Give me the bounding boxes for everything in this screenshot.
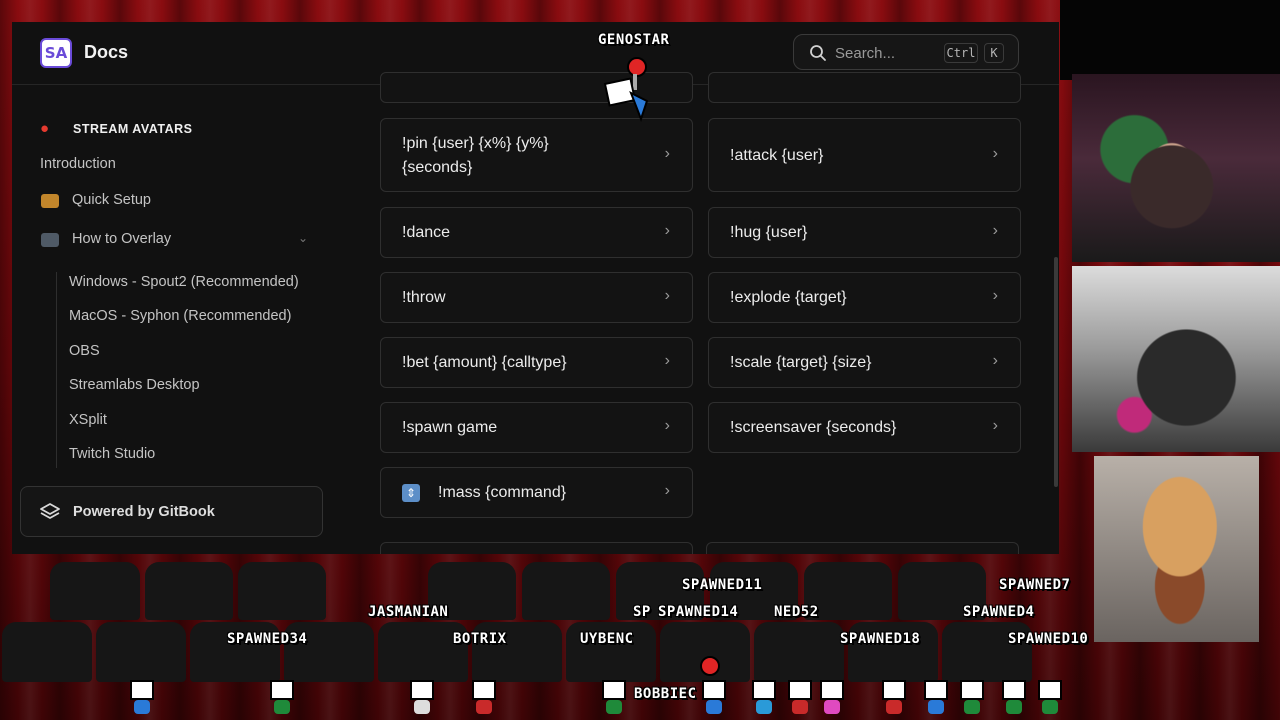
avatar-name-spawned34: SPAWNED34	[227, 631, 308, 647]
avatar-sprite	[1036, 680, 1064, 714]
command-card-partial[interactable]	[708, 72, 1021, 103]
avatar-name-spawned4: SPAWNED4	[963, 604, 1035, 620]
webcam-middle	[1072, 266, 1280, 452]
search-box[interactable]: Search... Ctrl K	[793, 34, 1019, 70]
scrollbar[interactable]	[1054, 257, 1058, 487]
sidebar-subitem-xsplit[interactable]: XSplit	[69, 412, 107, 428]
avatar-sprite	[958, 680, 986, 714]
avatar-name-spawned18: SPAWNED18	[840, 631, 921, 647]
gitbook-icon	[40, 503, 60, 519]
sidebar-subitem-spout2[interactable]: Windows - Spout2 (Recommended)	[69, 274, 299, 290]
command-card-pin[interactable]: !pin {user} {x%} {y%} {seconds} ›	[380, 118, 693, 192]
sidebar-subitem-syphon[interactable]: MacOS - Syphon (Recommended)	[69, 308, 291, 324]
shortcut-k-key: K	[984, 43, 1004, 63]
avatar-sprite	[750, 680, 778, 714]
avatar-name-spawned11: SPAWNED11	[682, 577, 763, 593]
command-card-attack[interactable]: !attack {user} ›	[708, 118, 1021, 192]
command-card-scale[interactable]: !scale {target} {size} ›	[708, 337, 1021, 388]
docs-window: SA Docs Search... Ctrl K ● STREAM AVATAR…	[12, 22, 1059, 554]
camera-icon	[41, 233, 59, 247]
up-down-arrow-icon: ⇕	[402, 484, 420, 502]
chevron-right-icon: ›	[664, 145, 670, 162]
avatar-sprite	[408, 680, 436, 714]
chevron-right-icon: ›	[664, 417, 670, 434]
avatar-name-uybenc: UYBENC	[580, 631, 634, 647]
fast-forward-icon	[41, 194, 59, 208]
avatar-name-genostar: GENOSTAR	[598, 32, 670, 48]
chevron-right-icon: ›	[992, 222, 998, 239]
avatar-sprite	[700, 680, 728, 714]
submenu-guide-line	[56, 272, 57, 468]
chevron-right-icon: ›	[992, 417, 998, 434]
command-card-screensaver[interactable]: !screensaver {seconds} ›	[708, 402, 1021, 453]
command-label: !spawn game	[402, 419, 498, 436]
command-label: !screensaver {seconds}	[730, 419, 897, 436]
command-label: !hug {user}	[730, 224, 808, 241]
avatar-name-spawned7: SPAWNED7	[999, 577, 1071, 593]
command-card-dance[interactable]: !dance ›	[380, 207, 693, 258]
avatar-sprite	[818, 680, 846, 714]
avatar-name-spawned10: SPAWNED10	[1008, 631, 1089, 647]
shortcut-ctrl-key: Ctrl	[944, 43, 978, 63]
apple-icon: ●	[40, 120, 50, 137]
avatar-sprite	[600, 680, 628, 714]
command-label: !bet {amount} {calltype}	[402, 354, 567, 371]
command-label: !attack {user}	[730, 147, 824, 164]
command-label: !mass {command}	[438, 484, 567, 501]
command-label: !pin {user} {x%} {y%} {seconds}	[402, 135, 549, 176]
sidebar-item-quick-setup[interactable]: Quick Setup	[72, 192, 151, 208]
command-card-partial[interactable]	[380, 542, 693, 554]
stream-backdrop	[1060, 0, 1280, 80]
avatar-sprite	[922, 680, 950, 714]
docs-title[interactable]: Docs	[84, 42, 128, 63]
command-card-hug[interactable]: !hug {user} ›	[708, 207, 1021, 258]
sidebar-item-how-to-overlay[interactable]: How to Overlay	[72, 231, 171, 247]
avatar-sprite	[880, 680, 908, 714]
sidebar-subitem-obs[interactable]: OBS	[69, 343, 100, 359]
sidebar-item-introduction[interactable]: Introduction	[40, 156, 116, 172]
red-pin-sprite	[700, 656, 720, 676]
sidebar-section-header[interactable]: ● STREAM AVATARS	[40, 120, 193, 137]
chevron-right-icon: ›	[664, 222, 670, 239]
avatar-name-jasmanian: JASMANIAN	[368, 604, 449, 620]
command-label: !scale {target} {size}	[730, 354, 872, 371]
chevron-right-icon: ›	[992, 145, 998, 162]
avatar-name-ned52: NED52	[774, 604, 819, 620]
avatar-name-botrix: BOTRIX	[453, 631, 507, 647]
chevron-right-icon: ›	[992, 352, 998, 369]
command-card-throw[interactable]: !throw ›	[380, 272, 693, 323]
avatar-name-spawned14: SPAWNED14	[658, 604, 739, 620]
command-label: !throw	[402, 289, 446, 306]
webcam-top	[1072, 74, 1280, 262]
command-card-mass[interactable]: ⇕ !mass {command} ›	[380, 467, 693, 518]
sidebar-subitem-twitch-studio[interactable]: Twitch Studio	[69, 446, 155, 462]
sidebar-subitem-streamlabs[interactable]: Streamlabs Desktop	[69, 377, 200, 393]
avatar-name-bobbiec: BOBBIEC	[634, 686, 697, 702]
avatar-sprite	[1000, 680, 1028, 714]
chevron-right-icon: ›	[992, 287, 998, 304]
stream-avatars-logo[interactable]: SA	[40, 38, 72, 68]
command-label: !explode {target}	[730, 289, 847, 306]
avatar-name-sp: SP	[633, 604, 651, 620]
chevron-right-icon: ›	[664, 482, 670, 499]
webcam-bottom	[1094, 456, 1259, 642]
chevron-down-icon[interactable]: ⌄	[298, 231, 308, 245]
avatar-sprite	[470, 680, 498, 714]
avatar-sprite	[786, 680, 814, 714]
powered-by-gitbook-link[interactable]: Powered by GitBook	[20, 486, 323, 537]
pinned-avatar-sprite	[603, 57, 649, 122]
command-card-bet[interactable]: !bet {amount} {calltype} ›	[380, 337, 693, 388]
command-card-explode[interactable]: !explode {target} ›	[708, 272, 1021, 323]
powered-by-label: Powered by GitBook	[73, 504, 215, 520]
command-label: !dance	[402, 224, 451, 241]
avatar-sprite	[128, 680, 156, 714]
chevron-right-icon: ›	[664, 352, 670, 369]
command-card-spawn-game[interactable]: !spawn game ›	[380, 402, 693, 453]
command-card-partial[interactable]	[706, 542, 1019, 554]
search-placeholder: Search...	[835, 45, 896, 62]
avatar-sprite	[268, 680, 296, 714]
chevron-right-icon: ›	[664, 287, 670, 304]
sidebar-section-title: STREAM AVATARS	[73, 121, 193, 136]
search-icon	[810, 45, 826, 61]
